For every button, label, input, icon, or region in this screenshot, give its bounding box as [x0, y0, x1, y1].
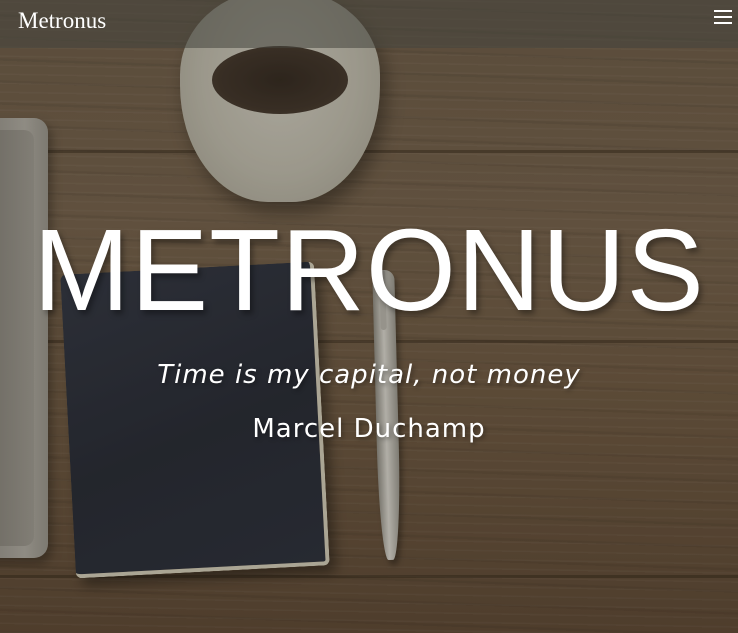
hero-quote-author: Marcel Duchamp: [252, 414, 486, 444]
menu-bar: [714, 16, 732, 18]
menu-bar: [714, 22, 732, 24]
navbar: Metronus: [0, 0, 738, 48]
brand-link[interactable]: Metronus: [18, 8, 106, 34]
hamburger-menu-icon[interactable]: [712, 10, 734, 28]
menu-bar: [714, 10, 732, 12]
hero-title: METRONUS: [33, 205, 705, 335]
hero-quote: Time is my capital, not money: [157, 360, 581, 390]
